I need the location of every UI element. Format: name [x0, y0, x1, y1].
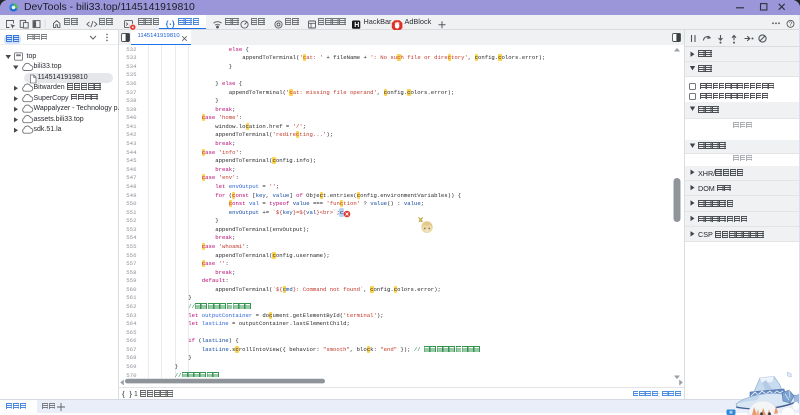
svg-text:?: ? [789, 21, 793, 28]
svg-text:H: H [354, 22, 359, 29]
